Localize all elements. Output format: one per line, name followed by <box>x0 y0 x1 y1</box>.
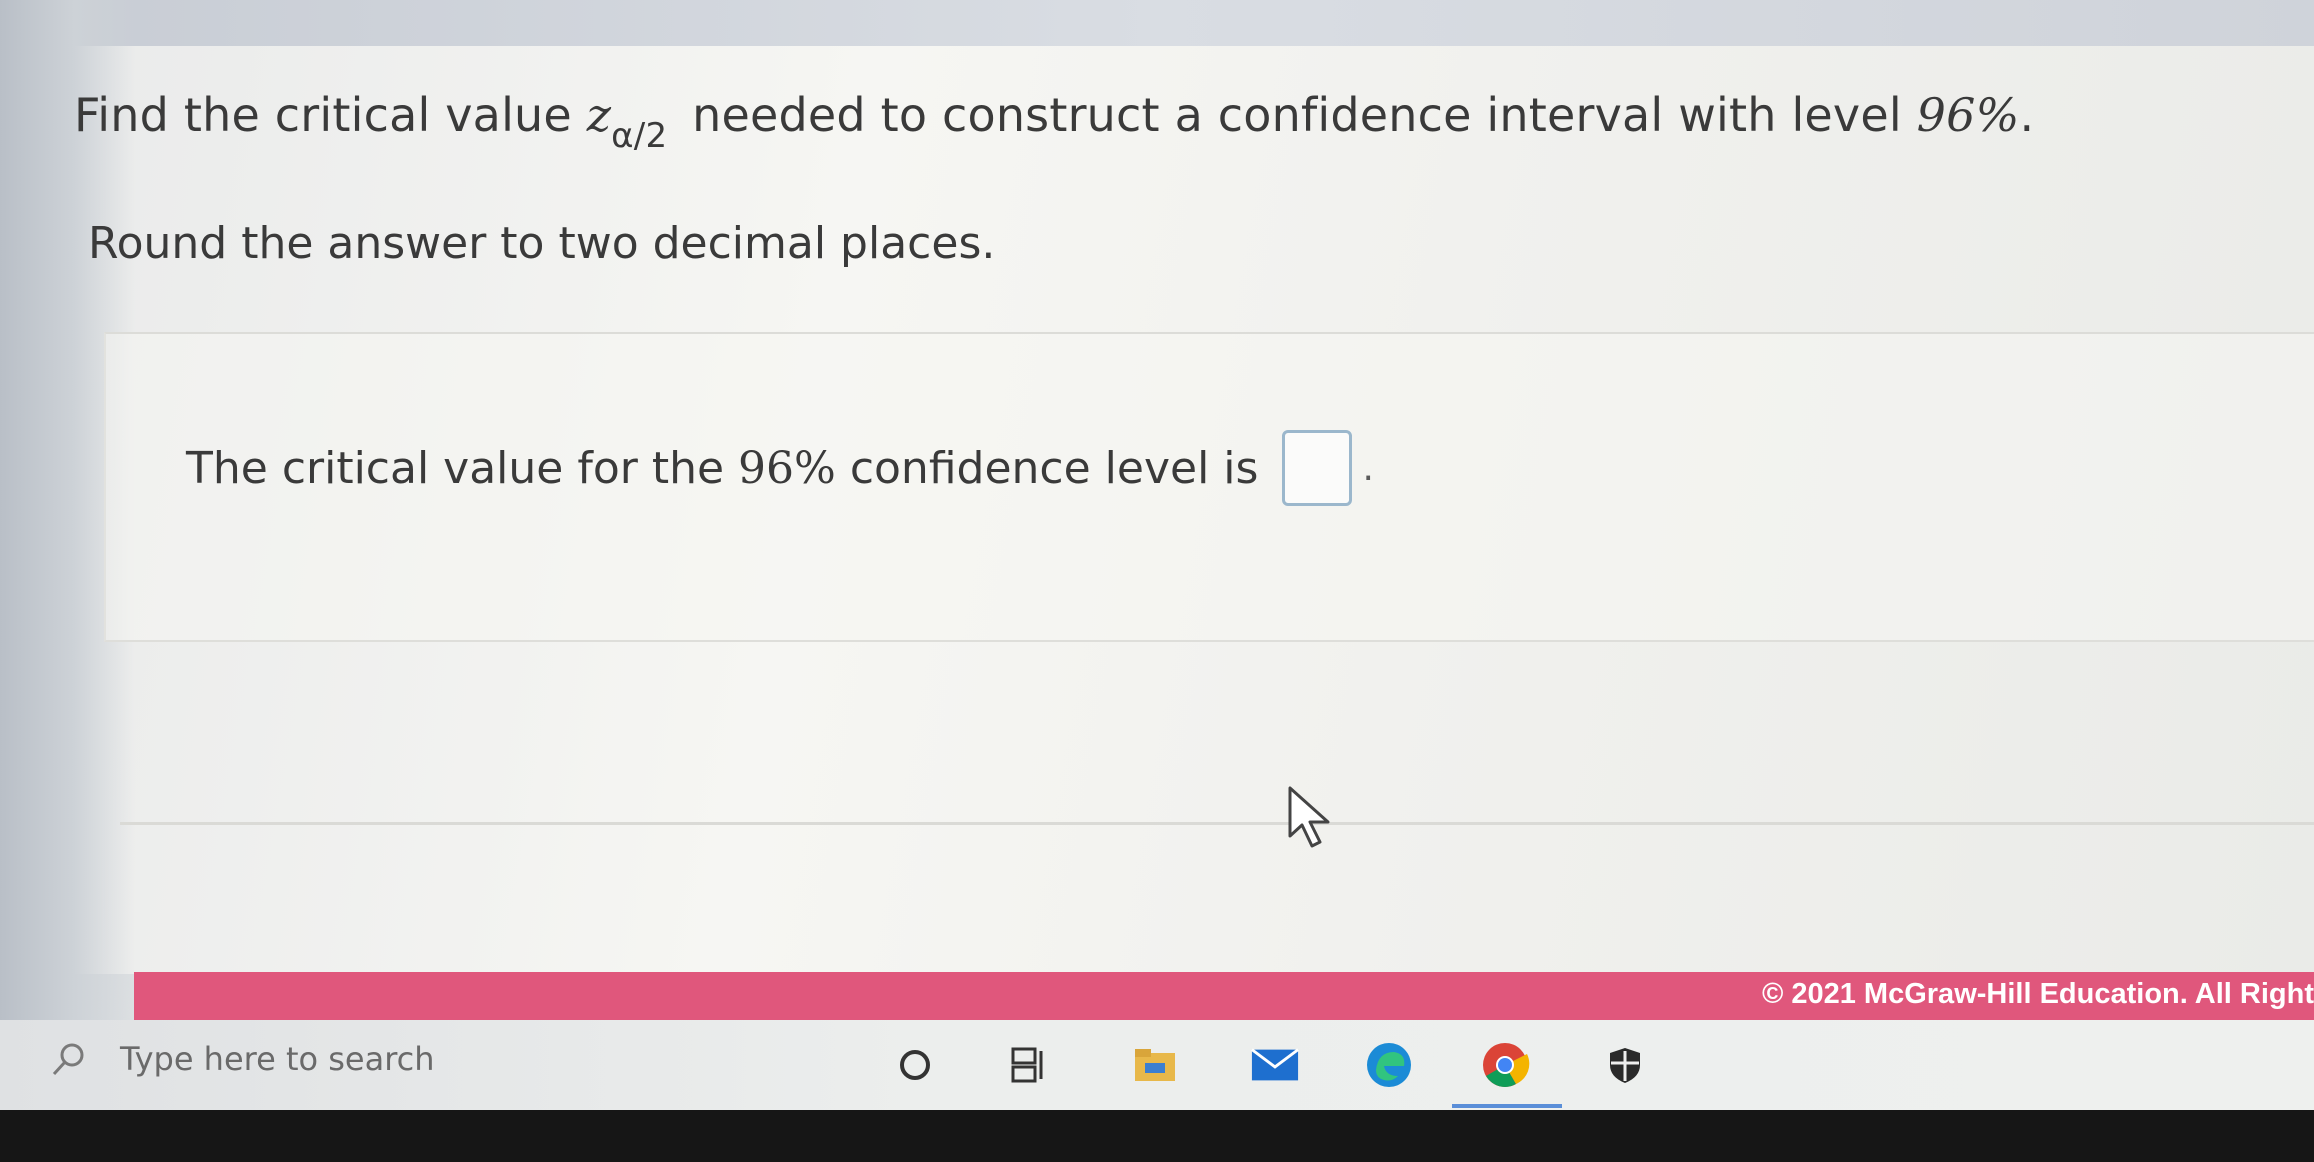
critical-value-answer-input[interactable] <box>1282 430 1353 506</box>
section-divider <box>120 822 2314 825</box>
edge-icon[interactable] <box>1364 1040 1414 1090</box>
footer-bar: © 2021 McGraw-Hill Education. All Right <box>134 972 2314 1020</box>
mail-icon[interactable] <box>1250 1040 1300 1090</box>
search-placeholder: Type here to search <box>120 1040 435 1078</box>
question-text: Find the critical value zα/2 needed to c… <box>74 88 2035 156</box>
chrome-icon[interactable] <box>1480 1040 1530 1090</box>
critical-value-subscript: α/2 <box>611 116 668 156</box>
taskbar-search-box[interactable]: Type here to search <box>50 1040 435 1078</box>
question-middle: needed to construct a confidence interva… <box>677 88 1917 142</box>
cortana-icon[interactable] <box>890 1040 940 1090</box>
mouse-pointer-icon <box>1288 786 1330 848</box>
search-icon <box>52 1043 84 1076</box>
windows-taskbar: Type here to search <box>0 1020 2314 1110</box>
answer-statement: The critical value for the 96% confidenc… <box>186 430 1374 506</box>
answer-prefix: The critical value for the <box>186 442 739 494</box>
question-level: 96% <box>1916 88 2020 142</box>
task-view-icon[interactable] <box>1004 1040 1054 1090</box>
answer-level: 96% <box>738 442 836 494</box>
question-suffix: . <box>2019 88 2035 142</box>
rounding-instruction: Round the answer to two decimal places. <box>88 218 996 269</box>
answer-suffix: confidence level is <box>835 442 1259 494</box>
copyright-text: © 2021 McGraw-Hill Education. All Right <box>1761 978 2314 1010</box>
browser-top-strip <box>0 0 2314 46</box>
security-icon[interactable] <box>1600 1040 1650 1090</box>
question-prefix: Find the critical value <box>74 88 587 142</box>
answer-end-period: . <box>1362 447 1374 489</box>
file-explorer-icon[interactable] <box>1130 1040 1180 1090</box>
chrome-active-indicator <box>1452 1104 1562 1108</box>
monitor-bezel <box>0 1110 2314 1162</box>
critical-value-variable: z <box>586 88 612 142</box>
